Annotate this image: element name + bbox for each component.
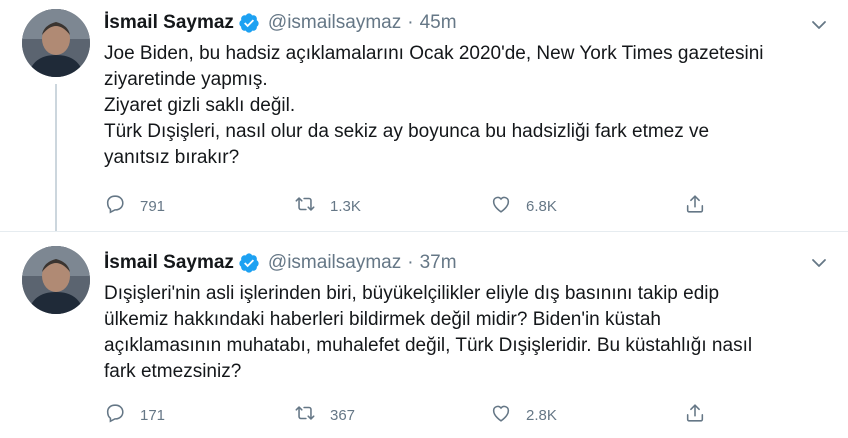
- author-name[interactable]: İsmail Saymaz: [104, 12, 234, 34]
- tweet-line: açıklamasının muhatabı, muhalefet değil,…: [104, 335, 753, 356]
- reply-count: 791: [140, 197, 166, 215]
- like-button[interactable]: 2.8K: [490, 402, 557, 428]
- tweet-line: yanıtsız bırakır?: [104, 147, 240, 168]
- share-button[interactable]: [684, 402, 706, 428]
- chevron-down-icon[interactable]: [810, 16, 828, 34]
- heart-icon: [490, 193, 512, 219]
- share-icon: [684, 402, 706, 428]
- timestamp[interactable]: 45m: [420, 12, 457, 34]
- author-handle[interactable]: @ismailsaymaz: [268, 12, 401, 34]
- tweet-line: Dışişleri'nin asli işlerinden biri, büyü…: [104, 283, 720, 304]
- tweet-text: Joe Biden, bu hadsiz açıklamalarını Ocak…: [104, 41, 824, 171]
- tweet[interactable]: İsmail Saymaz @ismailsaymaz · 37m Dışişl…: [0, 232, 848, 438]
- tweet-line: ziyaretinde yapmış.: [104, 69, 268, 90]
- tweet[interactable]: İsmail Saymaz @ismailsaymaz · 45m Joe Bi…: [0, 0, 848, 232]
- separator: ·: [407, 252, 414, 273]
- reply-button[interactable]: 171: [104, 402, 165, 428]
- tweet-header: İsmail Saymaz @ismailsaymaz · 37m: [104, 251, 457, 275]
- verified-badge-icon: [238, 252, 260, 274]
- retweet-button[interactable]: 367: [294, 402, 355, 428]
- retweet-count: 367: [330, 406, 356, 424]
- heart-icon: [490, 402, 512, 428]
- tweet-line: Türk Dışişleri, nasıl olur da sekiz ay b…: [104, 121, 710, 142]
- reply-icon: [104, 193, 126, 219]
- like-count: 2.8K: [526, 406, 557, 424]
- retweet-icon: [294, 402, 316, 428]
- separator: ·: [407, 12, 414, 33]
- avatar[interactable]: [22, 246, 90, 314]
- tweet-header: İsmail Saymaz @ismailsaymaz · 45m: [104, 11, 457, 35]
- like-count: 6.8K: [526, 197, 557, 215]
- timestamp[interactable]: 37m: [420, 252, 457, 274]
- tweet-line: ülkemiz hakkındaki haberleri bildirmek d…: [104, 309, 662, 330]
- reply-button[interactable]: 791: [104, 193, 165, 219]
- author-name[interactable]: İsmail Saymaz: [104, 252, 234, 274]
- chevron-down-icon[interactable]: [810, 254, 828, 272]
- tweet-line: Ziyaret gizli saklı değil.: [104, 95, 296, 116]
- share-button[interactable]: [684, 193, 706, 219]
- reply-count: 171: [140, 406, 166, 424]
- tweet-line: fark etmezsiniz?: [104, 361, 242, 382]
- like-button[interactable]: 6.8K: [490, 193, 557, 219]
- reply-icon: [104, 402, 126, 428]
- tweet-actions: 171 367 2.8K: [104, 402, 724, 430]
- tweet-actions: 791 1.3K 6.8K: [104, 193, 724, 221]
- tweet-text: Dışişleri'nin asli işlerinden biri, büyü…: [104, 281, 824, 385]
- avatar[interactable]: [22, 9, 90, 77]
- tweet-line: Joe Biden, bu hadsiz açıklamalarını Ocak…: [104, 43, 764, 64]
- share-icon: [684, 193, 706, 219]
- verified-badge-icon: [238, 12, 260, 34]
- retweet-button[interactable]: 1.3K: [294, 193, 361, 219]
- retweet-count: 1.3K: [330, 197, 361, 215]
- thread-line: [55, 84, 57, 231]
- author-handle[interactable]: @ismailsaymaz: [268, 252, 401, 274]
- retweet-icon: [294, 193, 316, 219]
